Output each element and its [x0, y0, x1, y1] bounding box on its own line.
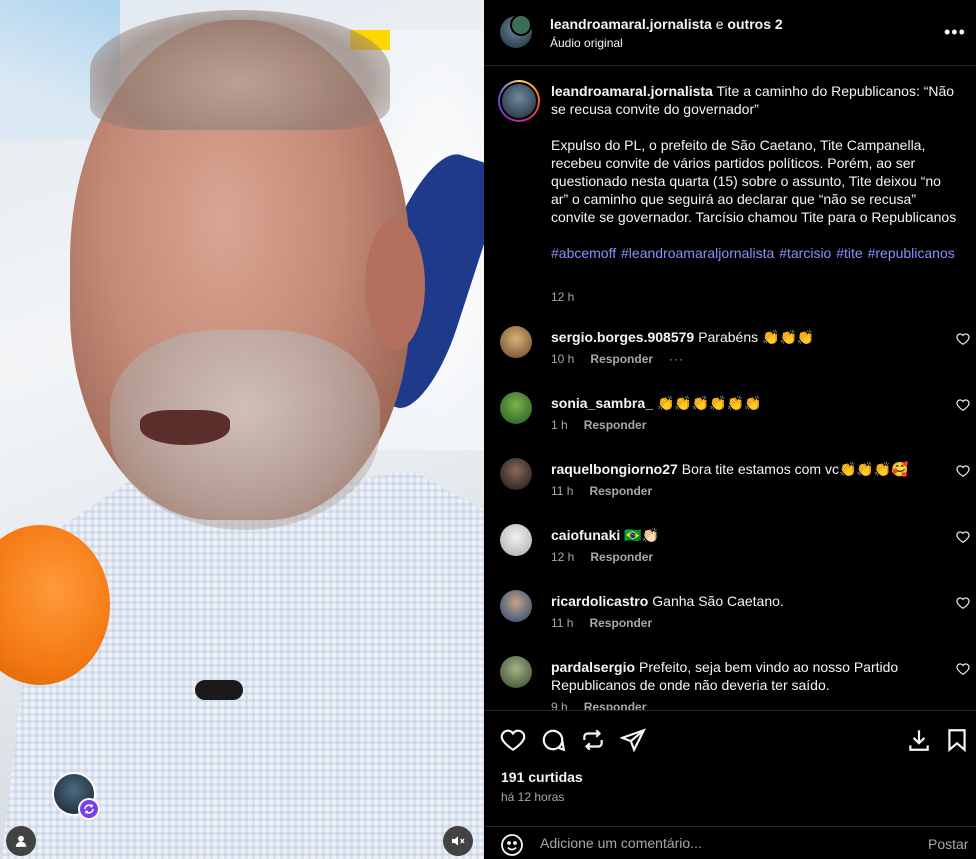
comment-username[interactable]: ricardolicastro: [551, 593, 648, 609]
comment-item: ricardolicastro Ganha São Caetano. 11 h Re…: [484, 590, 976, 656]
collab-badge-icon: [78, 798, 100, 820]
mute-button[interactable]: [443, 826, 473, 856]
reel-video[interactable]: [0, 0, 484, 859]
post-actions: 191 curtidas há 12 horas Postar: [484, 710, 976, 859]
comment-username[interactable]: sonia_sambra_: [551, 395, 653, 411]
comment-text: Parabéns 👏👏👏: [698, 329, 815, 345]
audio-link[interactable]: Áudio original: [550, 36, 623, 50]
comment-item: caiofunaki 🇧🇷👏🏻 12 h Responder: [484, 524, 976, 590]
reply-button[interactable]: Responder: [589, 616, 652, 630]
heart-icon[interactable]: [500, 727, 526, 753]
speaker-hair: [90, 10, 390, 130]
like-comment-heart-icon[interactable]: [956, 530, 970, 544]
comment-time: 11 h: [551, 484, 574, 498]
comment-avatar[interactable]: [500, 524, 532, 556]
comment-username[interactable]: sergio.borges.908579: [551, 329, 694, 345]
reply-button[interactable]: Responder: [589, 484, 652, 498]
speaker-ear: [365, 220, 425, 350]
post-authors: leandroamaral.jornalista e outros 2: [550, 16, 783, 32]
more-icon: •••: [944, 22, 966, 42]
others-link[interactable]: outros 2: [727, 16, 782, 32]
save-icon[interactable]: [944, 727, 970, 753]
comment-item: pardalsergio Prefeito, seja bem vindo ao …: [484, 656, 976, 710]
others-connector: e outros 2: [715, 16, 783, 32]
post-caption: leandroamaral.jornalista Tite a caminho …: [551, 82, 961, 280]
reply-button[interactable]: Responder: [584, 700, 647, 710]
caption-username[interactable]: leandroamaral.jornalista: [551, 83, 713, 99]
comment-time: 11 h: [551, 616, 574, 630]
comment-username[interactable]: caiofunaki: [551, 527, 620, 543]
comment-composer: Postar: [484, 826, 976, 859]
comment-input[interactable]: [540, 835, 890, 851]
author-username[interactable]: leandroamaral.jornalista: [550, 16, 712, 32]
comment-username[interactable]: pardalsergio: [551, 659, 635, 675]
comment-icon[interactable]: [540, 727, 566, 753]
download-icon[interactable]: [906, 727, 932, 753]
like-comment-heart-icon[interactable]: [956, 398, 970, 412]
reply-button[interactable]: Responder: [584, 418, 647, 432]
post-age: há 12 horas: [501, 790, 565, 804]
mute-icon: [452, 836, 465, 846]
caption-time: 12 h: [551, 290, 575, 304]
comment-avatar[interactable]: [500, 458, 532, 490]
lapel-mic: [195, 680, 243, 700]
emoji-icon[interactable]: [500, 833, 524, 857]
like-comment-heart-icon[interactable]: [956, 332, 970, 346]
more-options-button[interactable]: •••: [944, 22, 966, 43]
post-header: leandroamaral.jornalista e outros 2 Áudi…: [484, 0, 976, 66]
likes-count[interactable]: 191 curtidas: [501, 769, 583, 785]
post-button[interactable]: Postar: [928, 836, 968, 852]
comment-time: 1 h: [551, 418, 568, 432]
comment-text: Ganha São Caetano.: [652, 593, 784, 609]
comment-item: sergio.borges.908579 Parabéns 👏👏👏 10 h Res…: [484, 326, 976, 392]
reply-button[interactable]: Responder: [590, 550, 653, 564]
caption-body: Expulso do PL, o prefeito de São Caetano…: [551, 137, 957, 225]
tagged-user-button[interactable]: [6, 826, 36, 856]
caption-author-avatar[interactable]: [498, 80, 540, 122]
reply-button[interactable]: Responder: [590, 352, 653, 366]
comment-text: 👏👏👏👏👏👏: [656, 395, 762, 411]
comment-item: sonia_sambra_ 👏👏👏👏👏👏 1 h Responder: [484, 392, 976, 458]
comment-text: 🇧🇷👏🏻: [624, 527, 660, 543]
speaker-mouth: [140, 410, 230, 445]
comments-scroll-area[interactable]: leandroamaral.jornalista Tite a caminho …: [484, 66, 976, 710]
comment-username[interactable]: raquelbongiorno27: [551, 461, 678, 477]
like-comment-heart-icon[interactable]: [956, 596, 970, 610]
repost-icon[interactable]: [580, 727, 606, 753]
post-details-panel: leandroamaral.jornalista e outros 2 Áudi…: [484, 0, 976, 859]
comment-more-button[interactable]: ···: [669, 352, 684, 366]
comment-time: 10 h: [551, 352, 575, 366]
comment-time: 9 h: [551, 700, 568, 710]
comment-avatar[interactable]: [500, 590, 532, 622]
comment-item: raquelbongiorno27 Bora tite estamos com v…: [484, 458, 976, 524]
comment-avatar[interactable]: [500, 656, 532, 688]
comment-avatar[interactable]: [500, 392, 532, 424]
user-icon: [15, 835, 27, 847]
like-comment-heart-icon[interactable]: [956, 662, 970, 676]
collab-avatar[interactable]: [510, 14, 532, 36]
comment-avatar[interactable]: [500, 326, 532, 358]
comment-text: Bora tite estamos com vc👏👏👏🥰: [681, 461, 909, 477]
like-comment-heart-icon[interactable]: [956, 464, 970, 478]
share-icon[interactable]: [620, 727, 646, 753]
comment-time: 12 h: [551, 550, 575, 564]
caption-hashtags[interactable]: #abcemoff #leandroamaraljornalista #tarc…: [551, 244, 961, 262]
